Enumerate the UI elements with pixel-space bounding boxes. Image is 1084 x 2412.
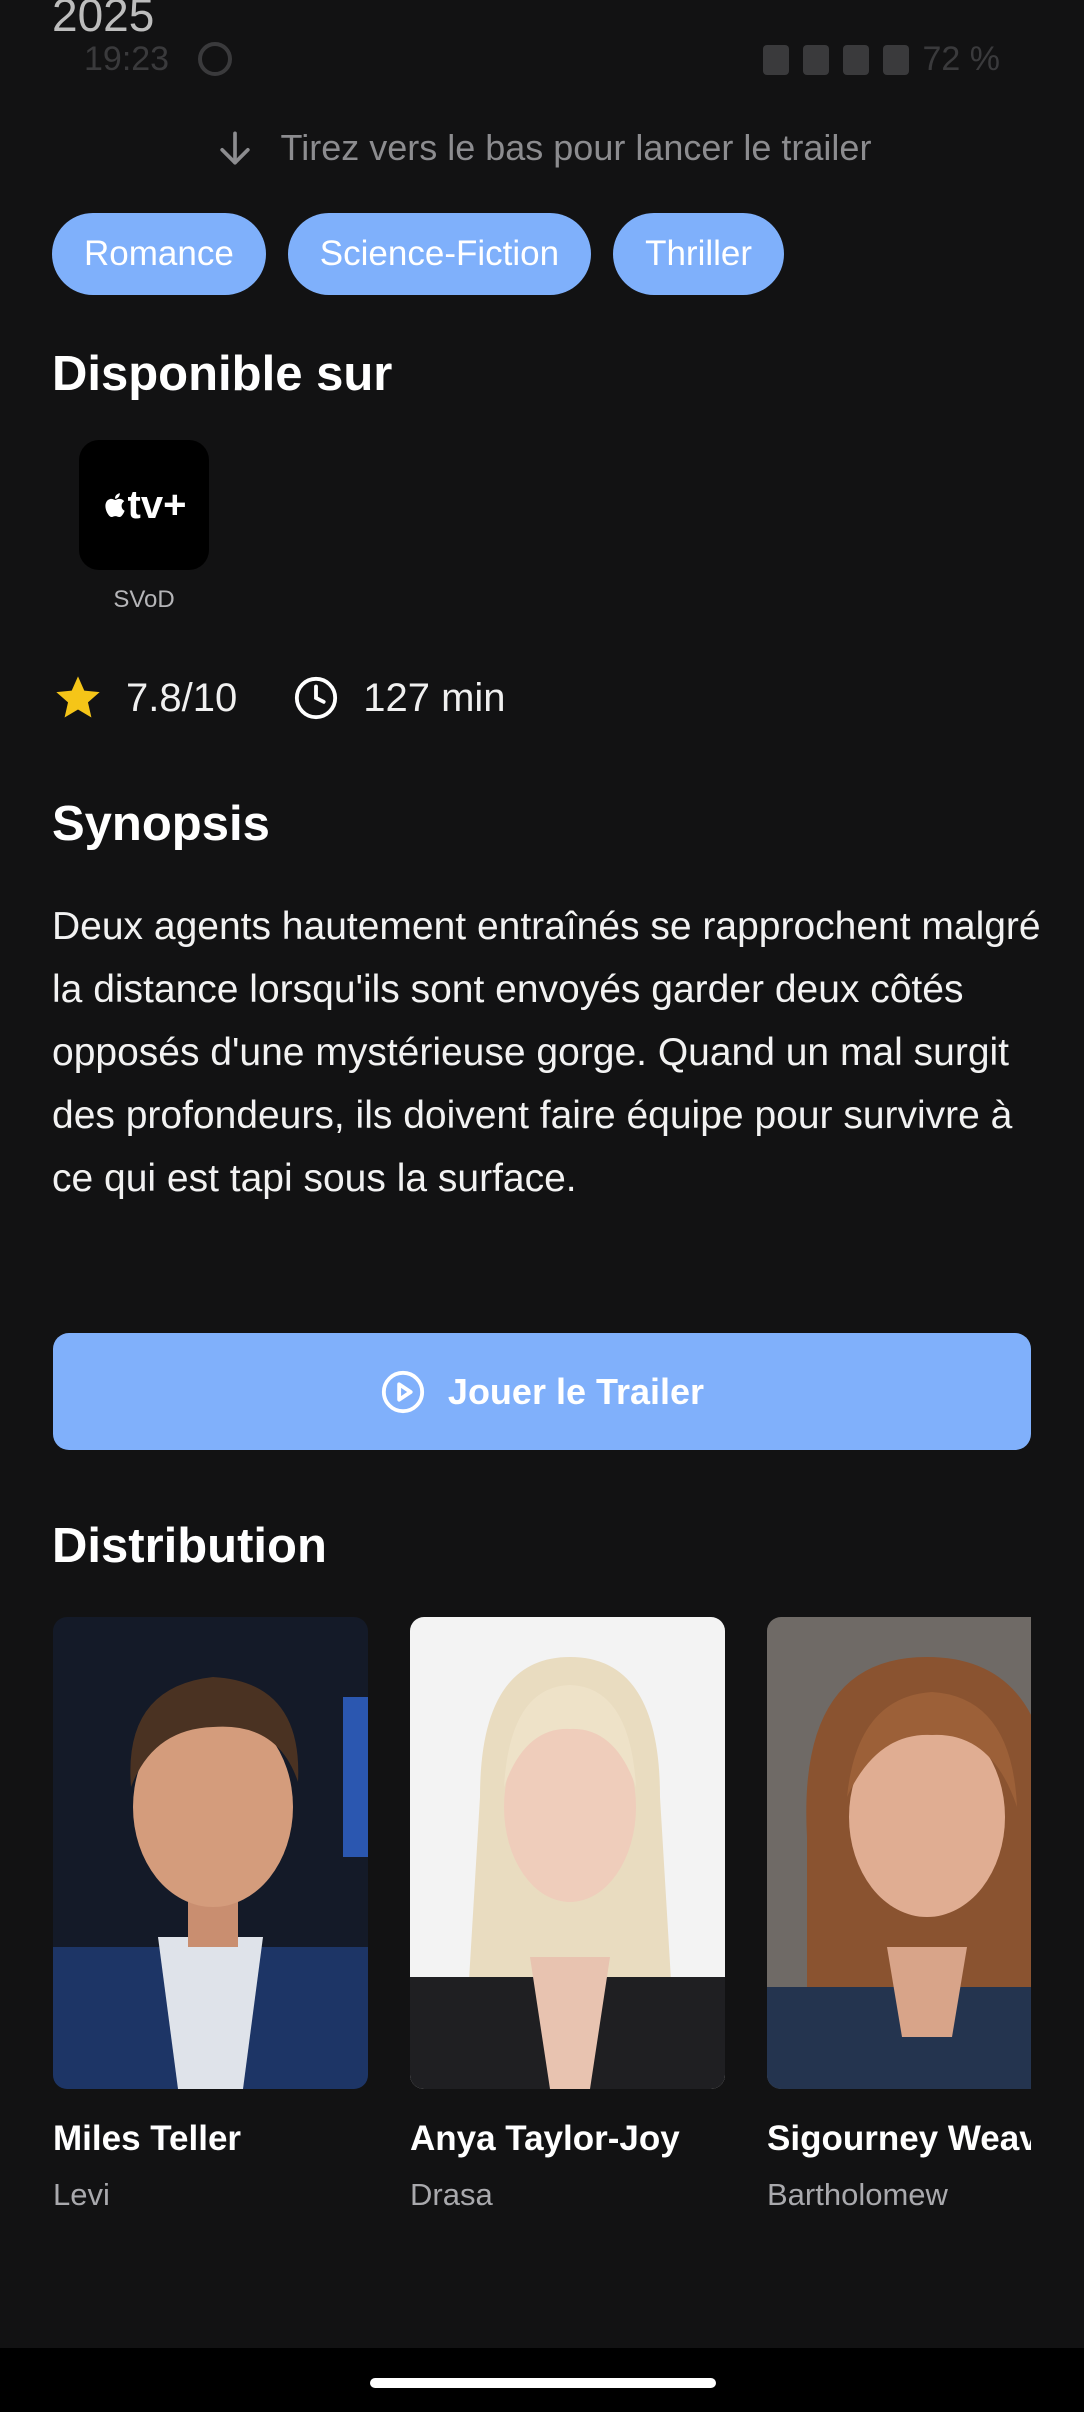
- status-bar: 19:23 72 %: [0, 40, 1084, 84]
- cast-name: Anya Taylor-Joy: [410, 2119, 680, 2158]
- cast-role: Levi: [53, 2177, 110, 2212]
- cast-photo: [767, 1617, 1031, 2089]
- availability-title: Disponible sur: [52, 347, 393, 401]
- play-trailer-button[interactable]: Jouer le Trailer: [53, 1333, 1031, 1450]
- cast-photo-image: [767, 1617, 1031, 2089]
- genre-chips: Romance Science-Fiction Thriller: [52, 213, 785, 295]
- bluetooth-icon: [762, 44, 789, 75]
- arrow-down-icon: [219, 131, 250, 165]
- cast-title: Distribution: [52, 1519, 327, 1573]
- status-time: 19:23: [84, 40, 170, 78]
- provider-logo-text: tv+: [127, 482, 187, 527]
- cast-photo: [53, 1617, 368, 2089]
- movie-meta: 7.8/10 127 min: [52, 672, 506, 724]
- cast-role: Bartholomew: [767, 2177, 948, 2212]
- cast-name: Sigourney Weaver: [767, 2119, 1031, 2158]
- cast-role: Drasa: [410, 2177, 493, 2212]
- clock-icon: [295, 676, 338, 720]
- apple-icon: [104, 493, 125, 518]
- release-year: 2025: [52, 0, 155, 41]
- cast-card-anya-taylor-joy[interactable]: Anya Taylor-Joy Drasa: [410, 1617, 725, 2213]
- star-icon: [56, 676, 100, 718]
- wifi-icon: [802, 44, 829, 75]
- cast-photo-image: [410, 1617, 725, 2089]
- synopsis-text: Deux agents hautement entraînés se rappr…: [52, 905, 1041, 1200]
- pull-to-play-hint: Tirez vers le bas pour lancer le trailer: [0, 118, 1084, 178]
- battery-icon: [882, 44, 909, 75]
- home-indicator[interactable]: [370, 2378, 716, 2388]
- play-trailer-label: Jouer le Trailer: [447, 1370, 705, 1412]
- pull-hint-text: Tirez vers le bas pour lancer le trailer: [280, 127, 872, 168]
- genre-chip-romance[interactable]: Romance: [52, 213, 266, 295]
- cast-carousel[interactable]: Miles Teller Levi Anya Taylor-Joy Drasa: [53, 1617, 1031, 2237]
- genre-chip-science-fiction[interactable]: Science-Fiction: [287, 213, 592, 295]
- rating-value: 7.8/10: [126, 675, 238, 720]
- provider-type: SVoD: [113, 586, 175, 613]
- signal-icon: [842, 44, 869, 75]
- whatsapp-icon: [198, 42, 232, 76]
- cast-photo: [410, 1617, 725, 2089]
- cast-card-sigourney-weaver[interactable]: Sigourney Weaver Bartholomew: [767, 1617, 1031, 2213]
- runtime-value: 127 min: [363, 675, 506, 720]
- play-circle-icon: [381, 1370, 425, 1413]
- cast-photo-image: [53, 1617, 368, 2089]
- synopsis-title: Synopsis: [52, 797, 270, 851]
- provider-apple-tv[interactable]: tv+ SVoD: [79, 440, 209, 614]
- cast-name: Miles Teller: [53, 2119, 242, 2158]
- cast-card-miles-teller[interactable]: Miles Teller Levi: [53, 1617, 368, 2213]
- apple-tv-logo: tv+: [79, 440, 209, 570]
- genre-chip-thriller[interactable]: Thriller: [613, 213, 785, 295]
- battery-level: 72 %: [922, 40, 1001, 78]
